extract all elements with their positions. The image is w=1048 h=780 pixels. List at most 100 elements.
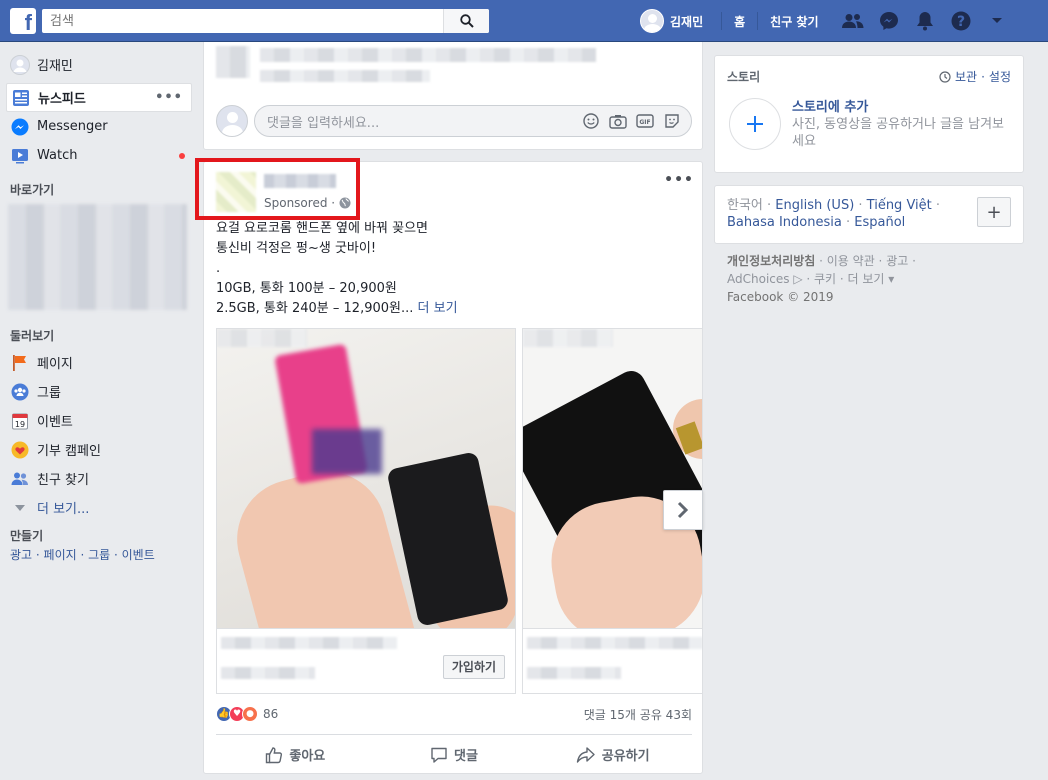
sidebar-see-more[interactable]: 더 보기...: [0, 493, 195, 522]
avatar: [216, 105, 248, 137]
comment-input[interactable]: 댓글을 입력하세요... GIF: [254, 105, 692, 137]
add-story-title[interactable]: 스토리에 추가: [792, 96, 868, 115]
search-button[interactable]: [443, 9, 489, 33]
share-icon: [576, 746, 595, 763]
language-link-spanish[interactable]: Español: [854, 215, 905, 230]
carousel-card[interactable]: 가입하기: [216, 328, 516, 694]
fundraiser-icon: [10, 440, 30, 460]
post-text-line: 요걸 요로코롬 핸드폰 옆에 바꿔 꽂으면: [216, 221, 429, 236]
friend-requests-icon[interactable]: [835, 0, 871, 42]
language-link-indonesian[interactable]: Bahasa Indonesia: [727, 215, 842, 230]
language-link-vietnamese[interactable]: Tiếng Việt: [867, 198, 932, 213]
create-links[interactable]: 광고 · 페이지 · 그룹 · 이벤트: [0, 546, 195, 563]
sticker-icon[interactable]: [663, 112, 681, 130]
comment-composer: 댓글을 입력하세요... GIF: [216, 104, 692, 138]
post-actions: 좋아요 댓글 공유하기: [216, 734, 692, 773]
account-menu-chevron-icon[interactable]: [979, 0, 1015, 42]
sidebar-item-label: Messenger: [37, 119, 108, 134]
search-icon: [459, 14, 474, 28]
privacy-link[interactable]: 개인정보처리방침: [727, 254, 815, 268]
share-button[interactable]: 공유하기: [533, 735, 692, 773]
blurred-description: [527, 667, 621, 679]
see-more-link[interactable]: 더 보기: [418, 301, 458, 316]
advertiser-name[interactable]: [264, 174, 336, 188]
sponsored-post-card: Sponsored · ••• 요걸 요로코롬 핸드폰 옆에 바꿔 꽂으면 통신…: [203, 161, 703, 774]
sidebar-item-watch[interactable]: Watch: [0, 141, 195, 170]
notifications-bell-icon[interactable]: [907, 0, 943, 42]
advertiser-avatar[interactable]: [216, 172, 256, 212]
search-input[interactable]: [42, 9, 442, 33]
carousel-card-footer: [523, 628, 702, 694]
flag-icon: [10, 353, 30, 373]
comment-share-stats[interactable]: 댓글 15개 공유 43회: [584, 706, 692, 723]
comment-tools: GIF: [582, 112, 691, 130]
archive-link[interactable]: 보관: [955, 68, 977, 85]
comment-button[interactable]: 댓글: [375, 735, 534, 773]
comment-label: 댓글: [454, 749, 478, 764]
sidebar-item-groups[interactable]: 그룹: [0, 377, 195, 406]
more-options-icon[interactable]: •••: [155, 90, 183, 105]
watch-icon: [10, 146, 30, 166]
find-friends-link[interactable]: 친구 찾기: [764, 13, 824, 30]
more-languages-button[interactable]: +: [977, 197, 1011, 227]
carousel-image[interactable]: [523, 329, 702, 628]
stories-card: 스토리 보관 · 설정 스토리에 추가 사진, 동영상을 공유하거나 글을 남겨…: [714, 55, 1024, 173]
like-button[interactable]: 좋아요: [216, 735, 375, 773]
post-header: Sponsored · •••: [204, 162, 702, 218]
sidebar-item-label: 기부 캠페인: [37, 444, 101, 459]
blurred-description: [221, 667, 315, 679]
reaction-count[interactable]: 86: [263, 707, 278, 721]
sidebar-item-fundraisers[interactable]: 기부 캠페인: [0, 435, 195, 464]
previous-post-card: 댓글을 입력하세요... GIF: [203, 42, 703, 150]
carousel-card-footer: 가입하기: [217, 628, 515, 694]
camera-icon[interactable]: [609, 112, 627, 130]
sidebar-item-label: Watch: [37, 148, 78, 163]
profile-name: 김재민: [670, 14, 704, 29]
stories-title: 스토리: [727, 70, 761, 84]
top-right-nav: 김재민 홈 친구 찾기 ?: [640, 0, 1015, 42]
emoji-icon[interactable]: [582, 112, 600, 130]
top-navigation-bar: f 김재민 홈 친구 찾기 ?: [0, 0, 1048, 42]
sidebar-profile-name: 김재민: [37, 59, 73, 74]
sidebar-item-label: 이벤트: [37, 415, 73, 430]
post-text: 요걸 요로코롬 핸드폰 옆에 바꿔 꽂으면 통신비 걱정은 펑~생 굿바이! .…: [216, 219, 692, 319]
see-more-label: 더 보기...: [37, 502, 90, 517]
svg-text:?: ?: [956, 14, 964, 30]
post-options-icon[interactable]: •••: [664, 172, 694, 188]
sidebar-profile[interactable]: 김재민: [0, 50, 195, 79]
current-language: 한국어 ·: [727, 198, 776, 213]
stories-links: 보관 · 설정: [939, 68, 1011, 85]
join-button[interactable]: 가입하기: [442, 655, 505, 679]
footer-links-1[interactable]: · 이용 약관 · 광고 ·: [815, 254, 916, 268]
sidebar-item-pages[interactable]: 페이지: [0, 348, 195, 377]
comment-icon: [431, 747, 447, 763]
add-story-button[interactable]: [729, 98, 781, 150]
shortcuts-heading: 바로가기: [10, 183, 55, 197]
footer-links-2[interactable]: AdChoices ▷ · 쿠키 · 더 보기 ▾: [727, 272, 894, 286]
blurred-avatar: [216, 46, 250, 78]
avatar: [640, 9, 664, 33]
facebook-logo[interactable]: f: [10, 8, 36, 34]
friends-icon: [10, 469, 30, 489]
messenger-icon[interactable]: [871, 0, 907, 42]
thumbs-up-icon: [266, 746, 283, 763]
gif-icon[interactable]: GIF: [636, 112, 654, 130]
help-icon[interactable]: ?: [943, 0, 979, 42]
sidebar-item-messenger[interactable]: Messenger: [0, 112, 195, 141]
left-sidebar: 김재민 뉴스피드 ••• Messenger Watch 바로가기 둘러보기 페…: [0, 50, 195, 563]
carousel-image[interactable]: [217, 329, 515, 628]
post-text-line: 2.5GB, 통화 240분 – 12,900원... 더 보기: [216, 299, 692, 319]
language-list: 한국어 · English (US) · Tiếng Việt · Bahasa…: [727, 198, 941, 230]
settings-link[interactable]: 설정: [989, 68, 1011, 85]
carousel-next-button[interactable]: [663, 490, 703, 530]
sidebar-item-events[interactable]: 19 이벤트: [0, 406, 195, 435]
plus-icon: [747, 116, 763, 132]
language-link-english[interactable]: English (US): [775, 198, 854, 213]
home-link[interactable]: 홈: [728, 13, 751, 30]
reaction-summary: 👍 ♥ ● 86 댓글 15개 공유 43회: [216, 704, 692, 724]
sidebar-item-newsfeed[interactable]: 뉴스피드 •••: [6, 83, 192, 112]
sidebar-item-find-friends[interactable]: 친구 찾기: [0, 464, 195, 493]
profile-link[interactable]: 김재민: [640, 9, 715, 33]
post-text-line: .: [216, 261, 221, 276]
copyright: Facebook © 2019: [727, 290, 834, 304]
